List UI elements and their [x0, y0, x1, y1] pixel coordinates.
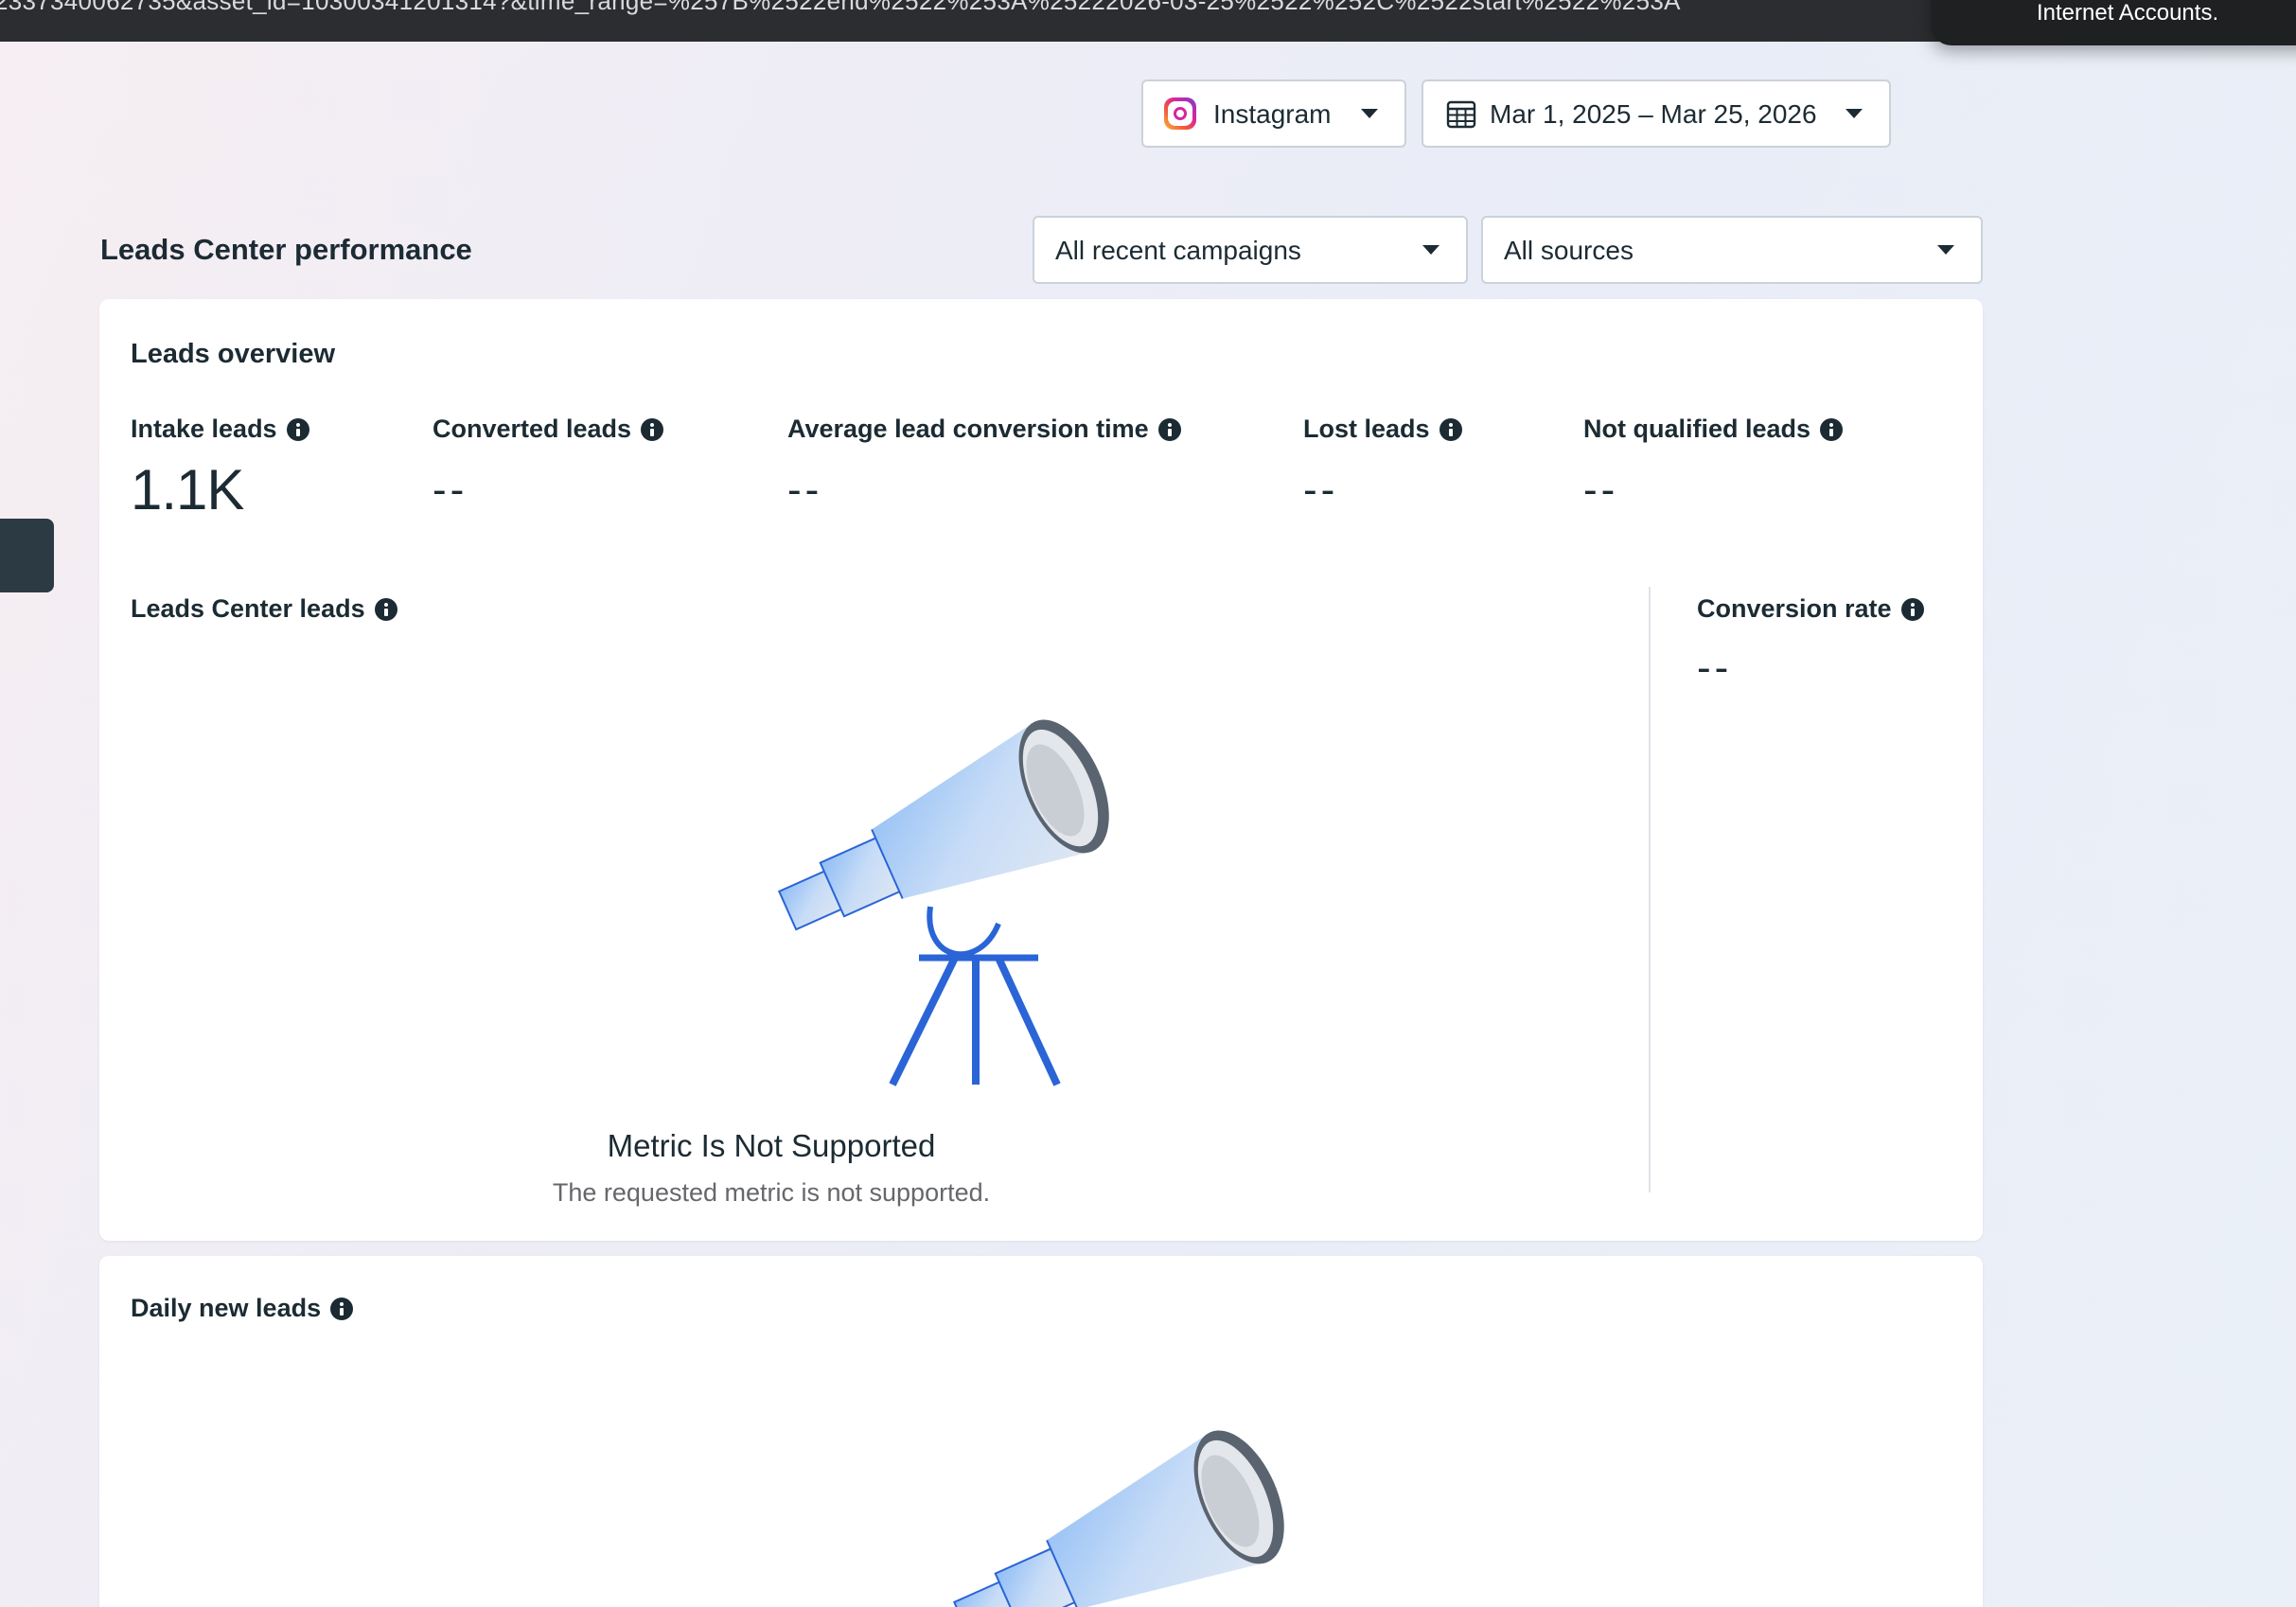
metric-label: Intake leads	[131, 415, 277, 443]
card-title: Leads overview	[131, 339, 335, 369]
leads-overview-card: Leads overview Intake leads 1.1K Convert…	[99, 299, 1983, 1241]
campaigns-dropdown[interactable]: All recent campaigns	[1033, 216, 1468, 284]
telescope-illustration	[777, 719, 1109, 1086]
metric-converted-leads: Converted leads --	[433, 415, 664, 514]
date-range-label: Mar 1, 2025 – Mar 25, 2026	[1490, 99, 1817, 129]
url-text: 2337340062735&asset_id=10300341201314?&t…	[0, 0, 1681, 15]
sources-dropdown[interactable]: All sources	[1481, 216, 1983, 284]
chart-title: Leads Center leads	[131, 594, 365, 623]
notification-text: Internet Accounts.	[2037, 0, 2219, 26]
daily-new-leads-header: Daily new leads	[131, 1294, 354, 1323]
metric-label: Not qualified leads	[1583, 415, 1811, 443]
system-notification[interactable]: Internet Accounts.	[1931, 0, 2296, 45]
sources-dropdown-label: All sources	[1504, 236, 1634, 265]
metric-value: --	[1697, 645, 1733, 691]
section-title: Leads Center performance	[100, 233, 472, 266]
instagram-icon	[1164, 97, 1196, 130]
info-icon[interactable]	[330, 1297, 354, 1320]
campaigns-dropdown-label: All recent campaigns	[1055, 236, 1301, 265]
info-icon[interactable]	[374, 597, 397, 621]
info-icon[interactable]	[286, 417, 309, 441]
calendar-icon	[1446, 100, 1476, 129]
empty-state-subtitle: The requested metric is not supported.	[552, 1178, 991, 1207]
date-range-dropdown[interactable]: Mar 1, 2025 – Mar 25, 2026	[1422, 79, 1891, 148]
telescope-illustration	[952, 1430, 1284, 1607]
caret-down-icon	[1846, 109, 1863, 118]
caret-down-icon	[1937, 245, 1954, 255]
divider	[1649, 587, 1651, 1192]
info-icon[interactable]	[1820, 417, 1844, 441]
caret-down-icon	[1361, 109, 1378, 118]
card-title: Daily new leads	[131, 1294, 322, 1322]
metric-label: Conversion rate	[1697, 594, 1892, 623]
metric-average-conversion-time: Average lead conversion time --	[787, 415, 1181, 514]
metric-lost-leads: Lost leads --	[1303, 415, 1462, 514]
info-icon[interactable]	[1900, 597, 1924, 621]
daily-new-leads-card: Daily new leads	[99, 1256, 1983, 1607]
platform-dropdown-label: Instagram	[1213, 99, 1332, 129]
info-icon[interactable]	[1157, 417, 1181, 441]
info-icon[interactable]	[641, 417, 664, 441]
metric-label: Average lead conversion time	[787, 415, 1149, 443]
metric-intake-leads: Intake leads 1.1K	[131, 415, 309, 522]
metric-value: 1.1K	[131, 458, 244, 521]
platform-dropdown[interactable]: Instagram	[1141, 79, 1406, 148]
metric-conversion-rate: Conversion rate --	[1697, 594, 1924, 692]
info-icon[interactable]	[1439, 417, 1462, 441]
caret-down-icon	[1422, 245, 1439, 255]
metric-value: --	[787, 467, 823, 513]
side-panel-toggle[interactable]	[0, 519, 54, 592]
metric-value: --	[1303, 467, 1339, 513]
metric-not-qualified-leads: Not qualified leads --	[1583, 415, 1844, 514]
metric-value: --	[1583, 467, 1619, 513]
metric-value: --	[433, 467, 468, 513]
leads-center-leads-header: Leads Center leads	[131, 594, 397, 624]
empty-state-title: Metric Is Not Supported	[607, 1128, 936, 1163]
metric-label: Lost leads	[1303, 415, 1430, 443]
metric-label: Converted leads	[433, 415, 632, 443]
